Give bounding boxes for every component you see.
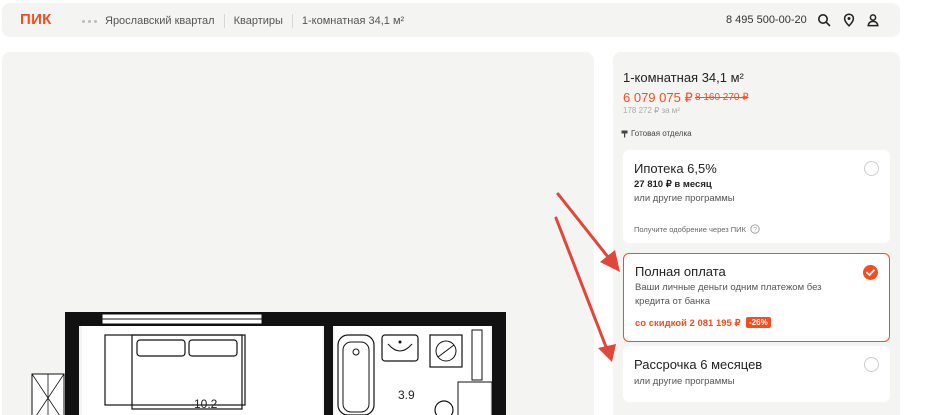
option-mortgage-monthly: 27 810 ₽ в месяц xyxy=(634,179,712,190)
current-price: 6 079 075 ₽ xyxy=(623,90,693,105)
room-area-bedroom: 10.2 xyxy=(194,397,218,411)
floor-plan-drawing xyxy=(31,312,506,415)
breadcrumb-project[interactable]: Ярославский квартал xyxy=(105,14,224,28)
option-mortgage-other[interactable]: или другие программы xyxy=(634,192,735,206)
header-bar: ПИК Ярославский квартал Квартиры 1-комна… xyxy=(2,3,900,37)
question-icon[interactable]: ? xyxy=(750,224,760,234)
svg-text:?: ? xyxy=(753,226,757,233)
discount-badge: -26% xyxy=(746,317,771,328)
option-mortgage[interactable]: Ипотека 6,5% 27 810 ₽ в месяц или другие… xyxy=(623,150,890,243)
user-icon[interactable] xyxy=(866,13,880,27)
option-full-payment[interactable]: Полная оплата Ваши личные деньги одним п… xyxy=(623,253,890,342)
pik-logo[interactable]: ПИК xyxy=(20,11,52,28)
floor-plan-area[interactable]: 10.2 3.9 xyxy=(2,52,594,415)
room-area-bathroom: 3.9 xyxy=(398,388,415,402)
finish-text: Готовая отделка xyxy=(631,129,692,138)
finish-label: Готовая отделка xyxy=(621,129,692,138)
paint-roller-icon xyxy=(621,130,628,137)
option-installment-other[interactable]: или другие программы xyxy=(634,375,735,389)
phone-number[interactable]: 8 495 500-00-20 xyxy=(726,14,807,26)
old-price: 8 160 270 ₽ xyxy=(695,92,749,103)
purchase-panel: 1-комнатная 34,1 м² 6 079 075 ₽ 8 160 27… xyxy=(613,52,900,415)
option-installment[interactable]: Рассрочка 6 месяцев или другие программы xyxy=(623,346,890,402)
breadcrumb-current: 1-комнатная 34,1 м² xyxy=(291,14,413,28)
breadcrumb: Ярославский квартал Квартиры 1-комнатная… xyxy=(82,14,413,28)
option-installment-title: Рассрочка 6 месяцев xyxy=(634,357,763,372)
approval-note-text: Получите одобрение через ПИК xyxy=(634,224,746,234)
option-full-payment-radio[interactable] xyxy=(863,265,878,280)
option-full-payment-description: Ваши личные деньги одним платежом без кр… xyxy=(635,282,822,307)
checkmark-icon xyxy=(866,269,875,276)
option-mortgage-radio[interactable] xyxy=(864,161,879,176)
search-icon[interactable] xyxy=(817,13,831,27)
location-pin-icon[interactable] xyxy=(842,13,856,27)
option-full-payment-title: Полная оплата xyxy=(635,264,726,279)
option-full-payment-discount: со скидкой 2 081 195 ₽ xyxy=(635,318,741,329)
price-per-m2: 178 272 ₽ за м² xyxy=(623,106,680,115)
apartment-title: 1-комнатная 34,1 м² xyxy=(623,70,744,85)
option-installment-radio[interactable] xyxy=(864,357,879,372)
breadcrumb-apartments[interactable]: Квартиры xyxy=(223,14,292,28)
mortgage-approval-note: Получите одобрение через ПИК ? xyxy=(634,224,760,234)
option-mortgage-title: Ипотека 6,5% xyxy=(634,161,717,176)
more-dots-icon[interactable] xyxy=(82,19,97,23)
